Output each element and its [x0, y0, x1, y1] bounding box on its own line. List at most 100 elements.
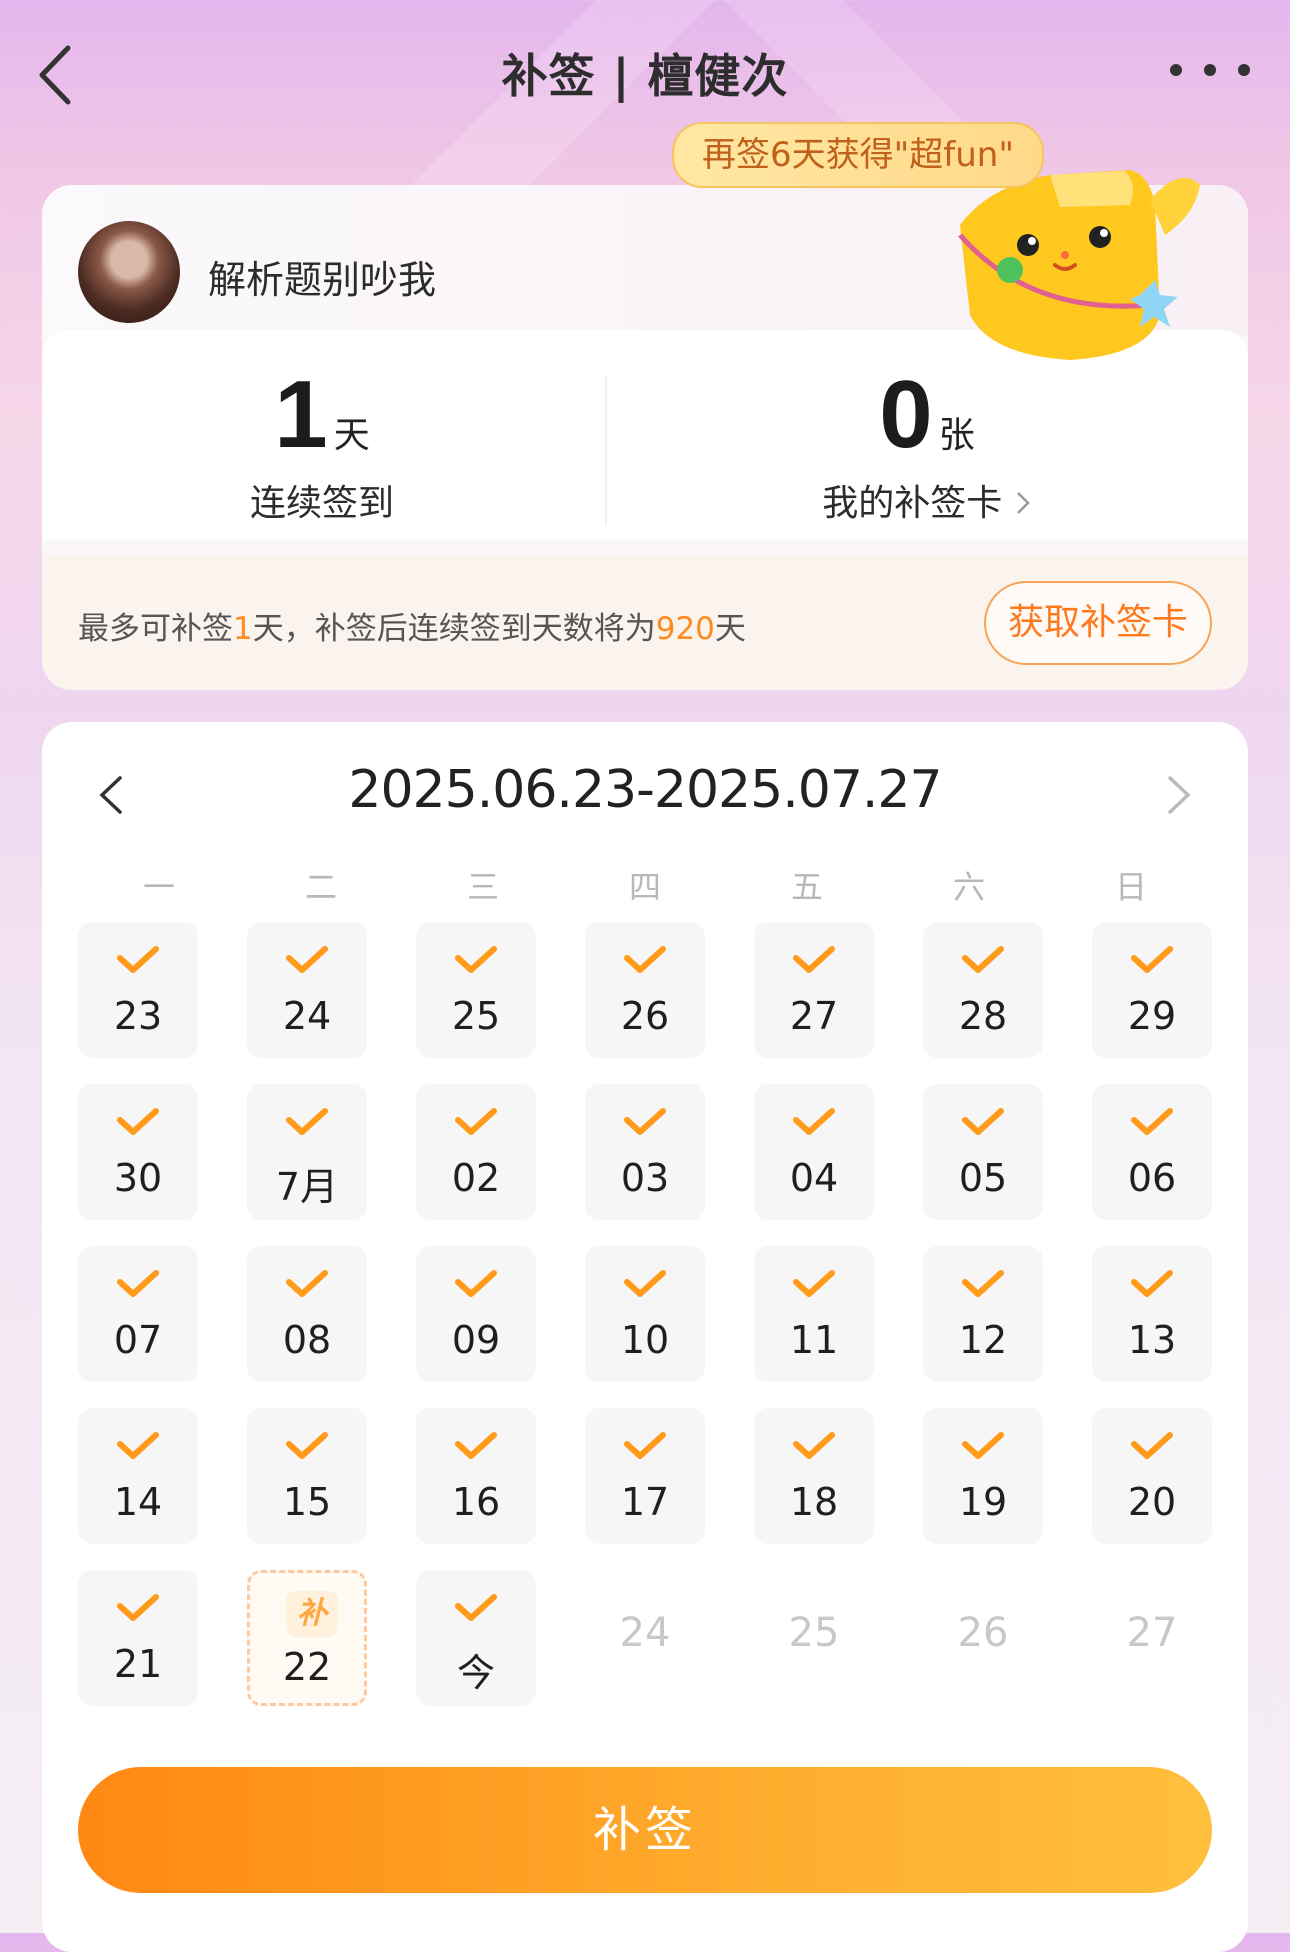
day-number: 10 — [620, 1318, 670, 1362]
weekday-label: 一 — [142, 868, 175, 906]
checkmark-icon — [624, 1270, 666, 1297]
day-cell-checked: 06 — [1092, 1084, 1212, 1220]
day-cell-checked: 02 — [416, 1084, 536, 1220]
day-number: 02 — [451, 1156, 501, 1200]
day-number: 04 — [789, 1156, 839, 1200]
day-number: 09 — [451, 1318, 501, 1362]
day-cell-future: 27 — [1092, 1570, 1212, 1706]
checkmark-icon — [793, 1108, 835, 1135]
checkmark-icon — [117, 946, 159, 973]
day-cell-checked: 18 — [754, 1408, 874, 1544]
day-cell-checked: 21 — [78, 1570, 198, 1706]
day-cell-checked: 17 — [585, 1408, 705, 1544]
day-number: 26 — [957, 1610, 1009, 1656]
checkmark-icon — [1131, 1432, 1173, 1459]
cards-unit: 张 — [938, 415, 975, 456]
day-cell-checked: 7月 — [247, 1084, 367, 1220]
date-range: 2025.06.23-2025.07.27 — [348, 760, 942, 820]
day-number: 今 — [456, 1651, 495, 1695]
streak-label: 连续签到 — [249, 483, 394, 524]
checkmark-icon — [1131, 946, 1173, 973]
day-cell-checked: 12 — [923, 1246, 1043, 1382]
checkmark-icon — [286, 946, 328, 973]
more-dots-icon — [1170, 64, 1182, 76]
day-cell-checked: 19 — [923, 1408, 1043, 1544]
tip-days: 1 — [233, 611, 253, 647]
checkmark-icon — [455, 1594, 497, 1621]
makeup-tip: 最多可补签1天，补签后连续签到天数将为920天 — [78, 603, 746, 648]
day-cell-checked: 05 — [923, 1084, 1043, 1220]
checkmark-icon — [455, 946, 497, 973]
day-number: 21 — [113, 1642, 163, 1686]
avatar[interactable] — [78, 221, 180, 323]
day-number: 13 — [1127, 1318, 1177, 1362]
checkmark-icon — [962, 1432, 1004, 1459]
checkmark-icon — [624, 946, 666, 973]
checkmark-icon — [286, 1432, 328, 1459]
makeup-submit-button[interactable]: 补签 — [78, 1767, 1212, 1893]
day-cell-checked: 03 — [585, 1084, 705, 1220]
makeup-cards-stat[interactable]: 0张 我的补签卡 — [647, 360, 1207, 526]
day-number: 25 — [788, 1610, 840, 1656]
day-cell-checked: 16 — [416, 1408, 536, 1544]
cards-label: 我的补签卡 — [822, 483, 1003, 524]
day-number: 14 — [113, 1480, 163, 1524]
checkmark-icon — [455, 1108, 497, 1135]
weekday-label: 四 — [628, 868, 661, 906]
day-cell-checked: 09 — [416, 1246, 536, 1382]
day-cell-future: 26 — [923, 1570, 1043, 1706]
checkmark-icon — [117, 1108, 159, 1135]
day-cell-checked: 08 — [247, 1246, 367, 1382]
get-makeup-card-button[interactable]: 获取补签卡 — [984, 581, 1212, 665]
day-cell-checked: 07 — [78, 1246, 198, 1382]
streak-unit: 天 — [333, 415, 370, 456]
checkmark-icon — [793, 1432, 835, 1459]
day-cell-checked: 24 — [247, 922, 367, 1058]
stats-divider — [605, 375, 607, 525]
checkmark-icon — [286, 1108, 328, 1135]
checkmark-icon — [962, 1270, 1004, 1297]
day-number: 03 — [620, 1156, 670, 1200]
day-cell-future: 24 — [585, 1570, 705, 1706]
day-cell-checked: 25 — [416, 922, 536, 1058]
day-cell-checked: 20 — [1092, 1408, 1212, 1544]
day-number: 29 — [1127, 994, 1177, 1038]
cards-value: 0 — [879, 361, 933, 468]
checkmark-icon — [117, 1432, 159, 1459]
checkmark-icon — [1131, 1108, 1173, 1135]
top-bar: 补签 | 檀健次 — [0, 0, 1290, 150]
streak-value: 1 — [274, 361, 328, 468]
more-button[interactable] — [1170, 55, 1250, 85]
checkmark-icon — [793, 946, 835, 973]
day-number: 19 — [958, 1480, 1008, 1524]
day-number: 23 — [113, 994, 163, 1038]
tip-text-1: 最多可补签 — [78, 611, 233, 647]
day-number: 7月 — [275, 1165, 339, 1209]
calendar-grid: 23 24 25 26 27 28 29 30 7月 02 03 04 05 06 07 08 09 10 11 12… — [78, 922, 1212, 1706]
more-dot — [1204, 64, 1216, 76]
weekday-label: 三 — [466, 868, 499, 906]
day-cell-checked: 今 — [416, 1570, 536, 1706]
chevron-right-icon — [1016, 492, 1030, 514]
reward-badge: 再签6天获得"超fun" — [672, 122, 1044, 188]
weekday-label: 五 — [790, 868, 823, 906]
day-cell-makeup[interactable]: 补 22 — [247, 1570, 367, 1706]
checkmark-icon — [624, 1432, 666, 1459]
checkmark-icon — [286, 1270, 328, 1297]
tip-total: 920 — [655, 611, 715, 647]
next-week-button[interactable] — [1158, 770, 1198, 820]
day-number: 26 — [620, 994, 670, 1038]
tip-text-2: 天，补签后连续签到天数将为 — [252, 611, 656, 647]
day-number: 20 — [1127, 1480, 1177, 1524]
day-cell-checked: 15 — [247, 1408, 367, 1544]
day-number: 27 — [789, 994, 839, 1038]
day-number: 22 — [282, 1645, 332, 1689]
day-number: 17 — [620, 1480, 670, 1524]
makeup-tip-bar: 最多可补签1天，补签后连续签到天数将为920天 获取补签卡 — [42, 555, 1248, 690]
day-cell-checked: 23 — [78, 922, 198, 1058]
tip-text-3: 天 — [714, 611, 746, 647]
more-dot — [1238, 64, 1250, 76]
weekday-label: 二 — [304, 868, 337, 906]
day-cell-checked: 28 — [923, 922, 1043, 1058]
cards-link[interactable]: 我的补签卡 — [647, 474, 1207, 526]
